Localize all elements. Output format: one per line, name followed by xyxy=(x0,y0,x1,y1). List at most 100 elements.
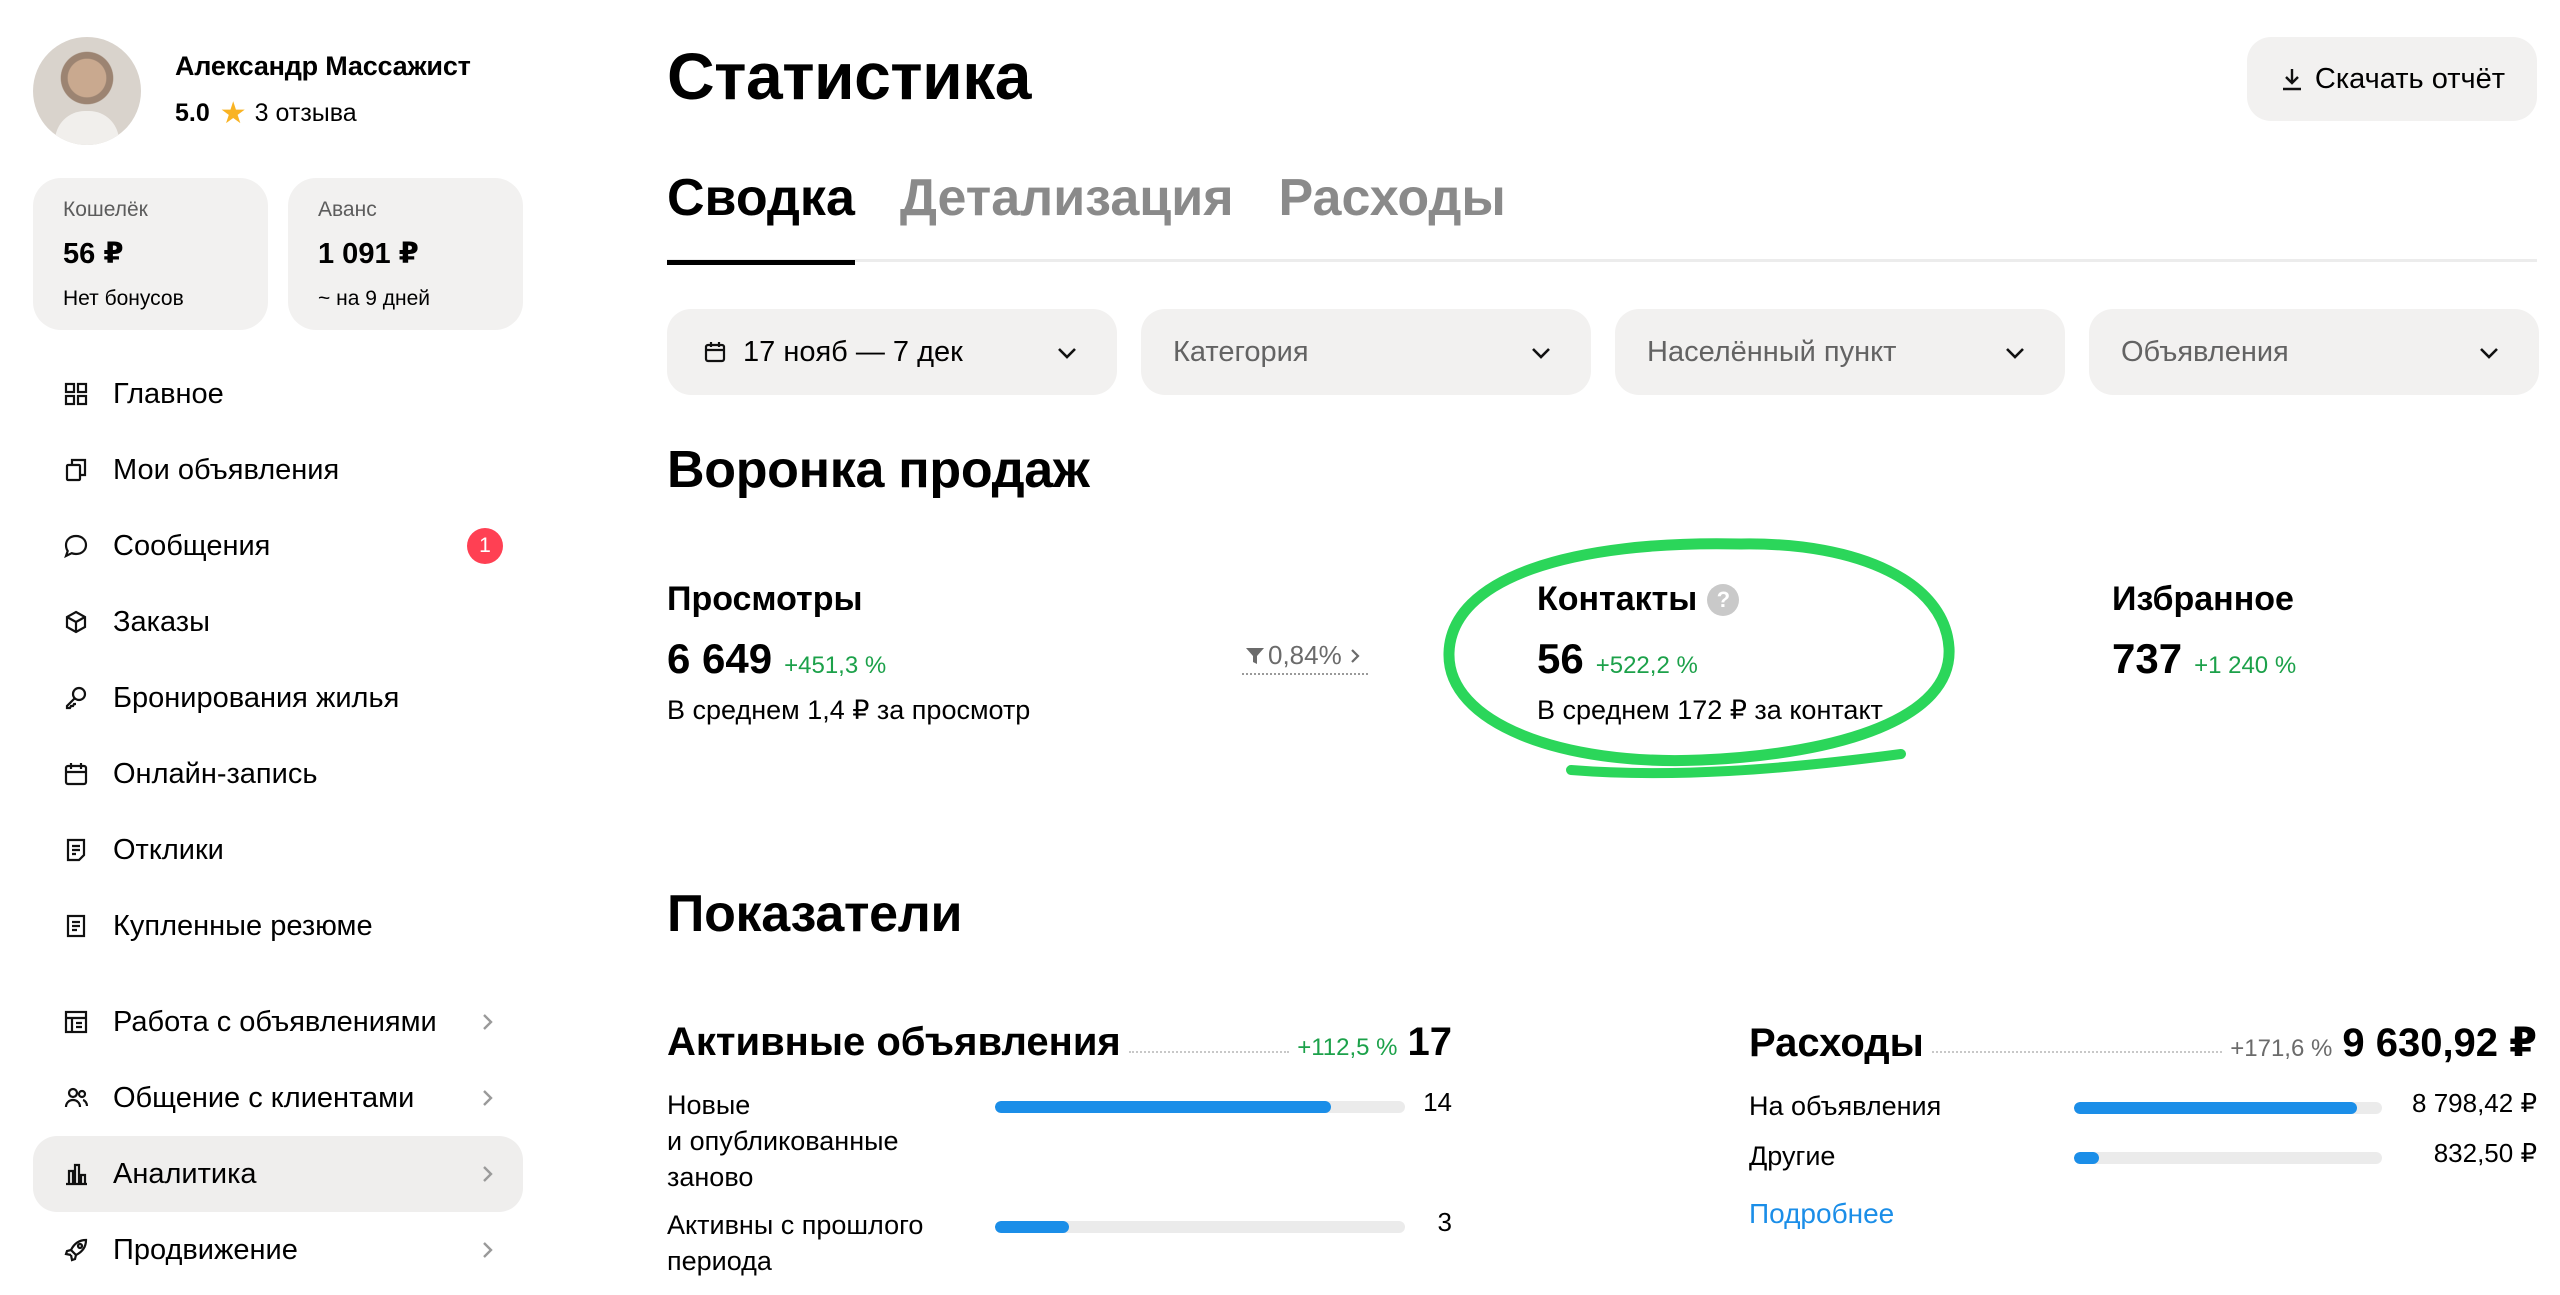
sidebar-item-label: Работа с объявлениями xyxy=(113,1005,437,1038)
contacts-title-row: Контакты ? xyxy=(1537,580,1883,619)
copy-icon xyxy=(61,455,91,485)
tab-summary[interactable]: Сводка xyxy=(667,168,855,265)
wallet-amount: 56 ₽ xyxy=(63,238,124,270)
ads-select[interactable]: Объявления xyxy=(2089,309,2539,395)
profile-info: Александр Массажист 5.0 ★ 3 отзыва xyxy=(175,51,471,131)
sidebar-item-label: Продвижение xyxy=(113,1233,298,1266)
help-icon[interactable]: ? xyxy=(1707,583,1740,616)
sidebar-item-main[interactable]: Главное xyxy=(33,356,523,432)
row-value: 832,50 ₽ xyxy=(2433,1138,2537,1168)
sidebar-item-label: Мои объявления xyxy=(113,453,340,486)
progress-fill xyxy=(2074,1152,2099,1164)
wallets: Кошелёк 56 ₽ Нет бонусов Аванс 1 091 ₽ ~… xyxy=(33,178,523,330)
profile-name[interactable]: Александр Массажист xyxy=(175,51,471,82)
row-label: Новые и опубликованные заново xyxy=(667,1090,899,1192)
reviews-count[interactable]: 3 отзыва xyxy=(255,99,357,128)
dotted-leader xyxy=(1128,1050,1290,1053)
resume-icon xyxy=(61,911,91,941)
expenses-delta: +171,6 % xyxy=(2230,1035,2333,1062)
chevron-down-icon xyxy=(2480,348,2498,359)
wallet-label: Кошелёк xyxy=(63,198,148,221)
expenses-title: Расходы xyxy=(1749,1021,1924,1065)
dotted-leader xyxy=(1931,1051,2223,1053)
row-label: Активны с прошлого периода xyxy=(667,1210,924,1276)
grid-icon xyxy=(61,379,91,409)
tab-bar: Сводка Детализация Расходы xyxy=(667,168,2537,265)
sidebar-item-responses[interactable]: Отклики xyxy=(33,812,523,888)
conversion-value: 0,84% xyxy=(1268,640,1342,670)
sidebar-item-bookings[interactable]: Бронирования жилья xyxy=(33,660,523,736)
advance-amount: 1 091 ₽ xyxy=(318,238,419,270)
sidebar-item-label: Аналитика xyxy=(113,1157,257,1190)
page-title: Статистика xyxy=(667,39,1031,113)
chevron-right-icon xyxy=(1350,648,1360,663)
sidebar-item-label: Купленные резюме xyxy=(113,909,373,942)
sidebar-item-online-booking[interactable]: Онлайн-запись xyxy=(33,736,523,812)
favorites-delta: +1 240 % xyxy=(2194,652,2297,679)
calendar-icon xyxy=(61,759,91,789)
avatar[interactable] xyxy=(33,37,141,145)
expenses-row-other: Другие 832,50 ₽ xyxy=(1749,1138,2537,1198)
funnel-contacts: Контакты ? 56 +522,2 % В среднем 172 ₽ з… xyxy=(1537,580,1883,726)
views-value-row: 6 649 +451,3 % xyxy=(667,635,1030,683)
conversion-rate[interactable]: 0,84% xyxy=(1242,640,1368,675)
contacts-delta: +522,2 % xyxy=(1595,652,1698,679)
sidebar-group-promotion[interactable]: Продвижение xyxy=(33,1212,523,1288)
expenses-row-ads: На объявления 8 798,42 ₽ xyxy=(1749,1088,2537,1138)
unread-badge: 1 xyxy=(467,528,503,564)
profile-rating[interactable]: 5.0 ★ 3 отзыва xyxy=(175,96,471,131)
chevron-right-icon xyxy=(483,1242,493,1258)
location-placeholder: Населённый пункт xyxy=(1647,335,1897,368)
chevron-down-icon xyxy=(1532,348,1550,359)
chevron-right-icon xyxy=(483,1166,493,1182)
active-ads-total: 17 xyxy=(1407,1020,1453,1064)
active-ads-row-previous: Активны с прошлого периода 3 xyxy=(667,1207,1452,1287)
sidebar-group-ads-work[interactable]: Работа с объявлениями xyxy=(33,984,523,1060)
category-select[interactable]: Категория xyxy=(1141,309,1591,395)
advance-card[interactable]: Аванс 1 091 ₽ ~ на 9 дней xyxy=(288,178,523,330)
calendar-icon xyxy=(704,342,726,363)
expenses-block: Расходы +171,6 % 9 630,92 ₽ На объявлени… xyxy=(1749,1020,2537,1230)
chevron-right-icon xyxy=(483,1014,493,1030)
sidebar-item-label: Сообщения xyxy=(113,529,271,562)
contacts-note: В среднем 172 ₽ за контакт xyxy=(1537,695,1883,725)
row-value: 8 798,42 ₽ xyxy=(2412,1088,2537,1118)
star-icon: ★ xyxy=(219,97,247,130)
wallet-card[interactable]: Кошелёк 56 ₽ Нет бонусов xyxy=(33,178,268,330)
favorites-title: Избранное xyxy=(2112,580,2294,618)
sidebar-group-clients[interactable]: Общение с клиентами xyxy=(33,1060,523,1136)
more-details-link[interactable]: Подробнее xyxy=(1749,1198,2537,1230)
filter-funnel-icon xyxy=(1246,647,1264,664)
sidebar-item-orders[interactable]: Заказы xyxy=(33,584,523,660)
active-ads-row-new: Новые и опубликованные заново 14 xyxy=(667,1087,1452,1207)
rating-score: 5.0 xyxy=(175,99,210,127)
sidebar-item-purchased-resumes[interactable]: Купленные резюме xyxy=(33,888,523,964)
advance-note: ~ на 9 дней xyxy=(318,287,430,310)
sidebar-item-messages[interactable]: Сообщения 1 xyxy=(33,508,523,584)
location-select[interactable]: Населённый пункт xyxy=(1615,309,2065,395)
funnel-title: Воронка продаж xyxy=(667,441,1090,499)
chevron-down-icon xyxy=(2006,348,2024,359)
expenses-total: 9 630,92 ₽ xyxy=(2342,1021,2537,1065)
active-ads-title: Активные объявления xyxy=(667,1020,1121,1064)
document-icon xyxy=(61,835,91,865)
chevron-right-icon xyxy=(483,1090,493,1106)
views-title: Просмотры xyxy=(667,580,863,618)
main-content: Статистика Скачать отчёт Сводка Детализа… xyxy=(667,0,2539,1295)
date-range-select[interactable]: 17 нояб — 7 дек xyxy=(667,309,1117,395)
tab-details[interactable]: Детализация xyxy=(900,168,1234,262)
profile-header[interactable]: Александр Массажист 5.0 ★ 3 отзыва xyxy=(33,36,523,146)
download-report-button[interactable]: Скачать отчёт xyxy=(2246,37,2537,121)
chart-icon xyxy=(61,1159,91,1189)
sidebar-item-my-ads[interactable]: Мои объявления xyxy=(33,432,523,508)
tab-expenses[interactable]: Расходы xyxy=(1279,168,1506,262)
rocket-icon xyxy=(61,1235,91,1265)
sidebar-group-analytics[interactable]: Аналитика xyxy=(33,1136,523,1212)
expenses-header: Расходы +171,6 % 9 630,92 ₽ xyxy=(1749,1020,2537,1066)
progress-fill xyxy=(995,1101,1332,1113)
row-value: 3 xyxy=(1437,1207,1452,1237)
sidebar-item-label: Общение с клиентами xyxy=(113,1081,415,1114)
views-delta: +451,3 % xyxy=(784,652,887,679)
date-range-value: 17 нояб — 7 дек xyxy=(743,335,963,368)
ads-placeholder: Объявления xyxy=(2121,335,2289,368)
